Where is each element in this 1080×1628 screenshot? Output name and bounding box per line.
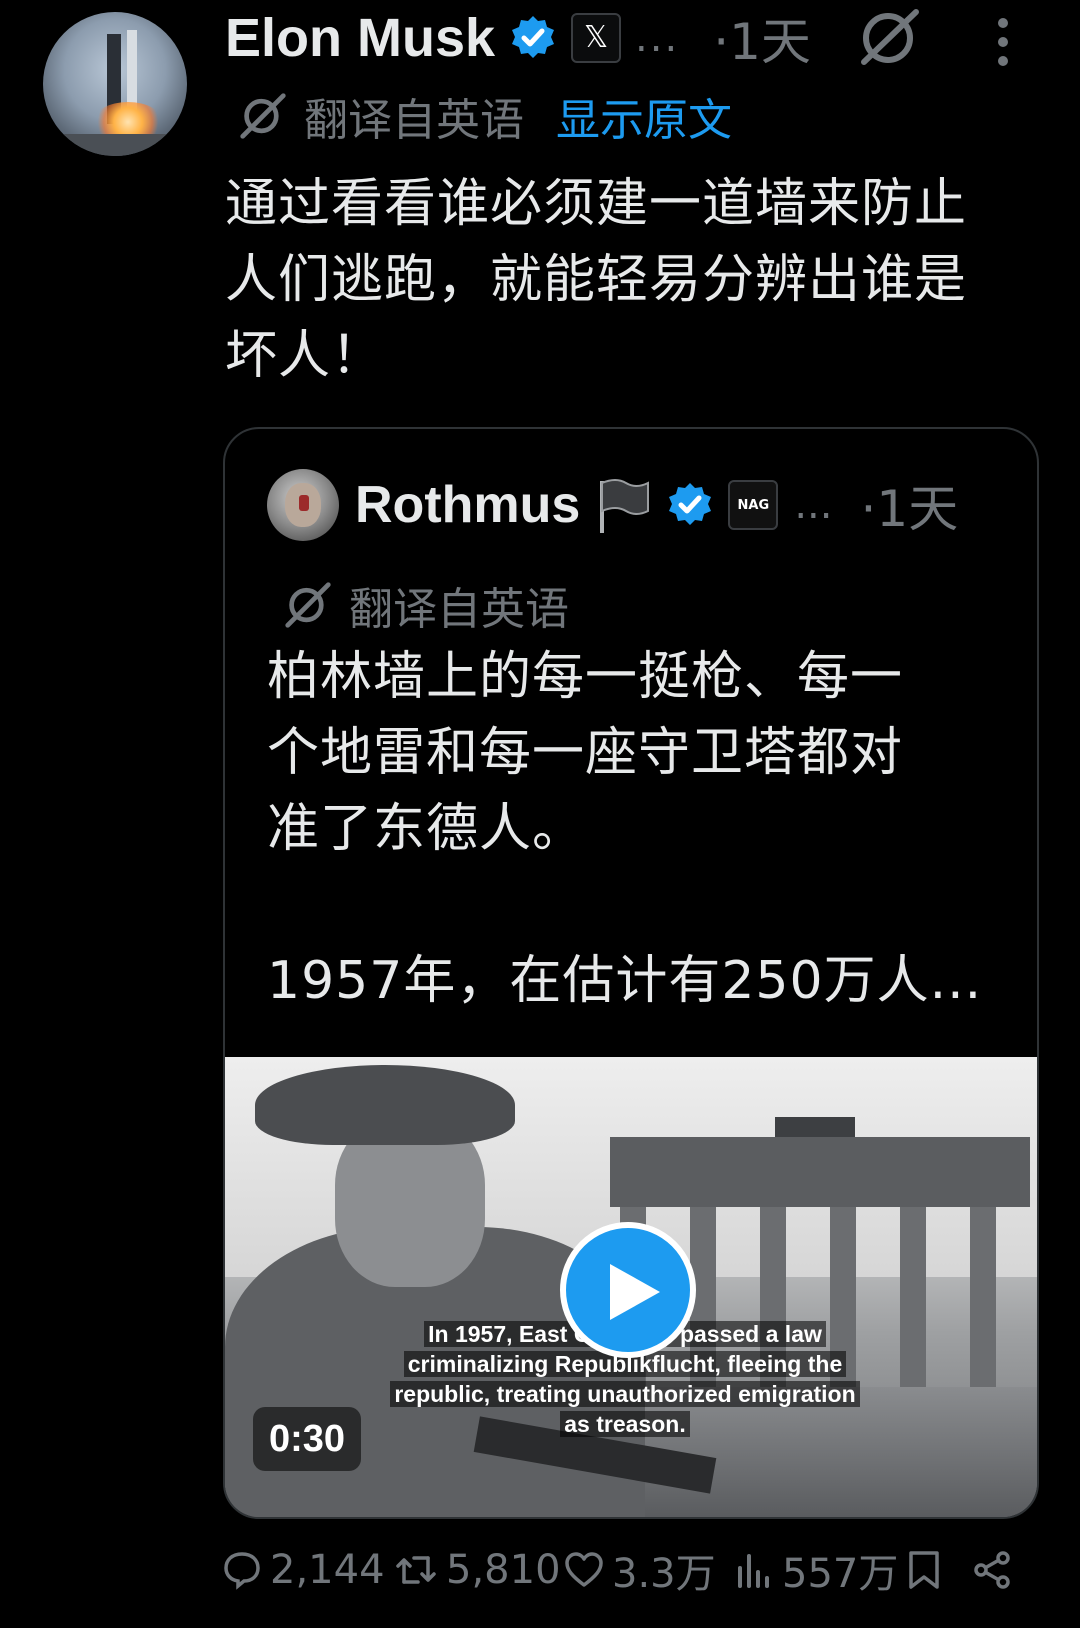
repost-count: 5,810 [446,1547,561,1593]
quoted-text-line: 柏林墙上的每一挺枪、每一 [267,647,904,707]
repost-button[interactable]: 5,810 [394,1547,564,1593]
avatar-ground [43,134,187,156]
quoted-text-line: 准了东德人。 [267,799,586,859]
quoted-text-line: 个地雷和每一座守卫塔都对 [267,723,904,783]
play-icon [610,1264,660,1320]
grok-icon[interactable] [858,8,922,68]
flag-emoji-icon [600,479,650,533]
quoted-post-header: Rothmus NAG ... ·1天 [267,469,958,541]
reply-button[interactable]: 2,144 [222,1547,390,1593]
analytics-icon [738,1554,769,1588]
views-count: 557万 [782,1551,899,1597]
post-time[interactable]: ·1天 [713,2,811,74]
more-menu-icon[interactable] [998,18,1010,66]
translated-from-label: 翻译自英语 [304,95,524,146]
grok-icon [285,582,331,628]
views-button[interactable]: 557万 [734,1541,906,1599]
share-icon [974,1551,1010,1589]
action-bar: 2,144 5,810 3.3万 557万 [222,1540,1052,1600]
play-button[interactable] [560,1222,696,1358]
reply-icon [224,1552,260,1590]
video-duration: 0:30 [253,1407,362,1471]
quoted-author-avatar[interactable] [267,469,339,541]
share-button[interactable] [972,1550,1022,1590]
quoted-author-name[interactable]: Rothmus [355,475,580,535]
like-count: 3.3万 [612,1551,716,1597]
verified-badge-icon[interactable] [509,14,557,62]
affiliate-badge-icon[interactable]: NAG [728,480,779,530]
author-avatar[interactable] [43,12,187,156]
quoted-post-text: 柏林墙上的每一挺枪、每一 个地雷和每一座守卫塔都对 准了东德人。 1957年，在… [267,639,987,1019]
quoted-translation-row: 翻译自英语 [283,577,569,635]
x-affiliate-badge-icon[interactable]: 𝕏 [571,12,622,63]
caption-line: republic, treating unauthorized emigrati… [390,1381,860,1407]
post-text: 通过看看谁必须建一道墙来防止 人们逃跑，就能轻易分辨出谁是 坏人！ [225,166,1025,394]
quoted-translated-from-label: 翻译自英语 [349,584,569,635]
post-text-line: 坏人！ [225,326,385,386]
heart-icon [565,1552,603,1587]
quoted-text-line: 1957年，在估计有250万人... [267,951,983,1011]
translation-row: 翻译自英语 显示原文 [238,88,732,146]
like-button[interactable]: 3.3万 [564,1541,734,1599]
header-overflow-ellipsis: ... [635,14,680,61]
quoted-post-time[interactable]: ·1天 [860,469,958,541]
bookmark-button[interactable] [906,1549,966,1591]
reply-count: 2,144 [270,1547,385,1593]
show-original-link[interactable]: 显示原文 [556,84,732,148]
caption-line: as treason. [560,1411,690,1437]
post-text-line: 人们逃跑，就能轻易分辨出谁是 [225,250,968,310]
video-player[interactable]: In 1957, East Germany passed a law crimi… [225,1057,1037,1517]
verified-badge-icon[interactable] [666,481,714,529]
grok-icon [240,93,286,139]
repost-icon [396,1556,436,1584]
quoted-post-card[interactable]: Rothmus NAG ... ·1天 翻译自英语 柏林墙上的每一挺枪、每一 个… [223,427,1039,1519]
bookmark-icon [909,1551,939,1589]
post-text-line: 通过看看谁必须建一道墙来防止 [225,174,968,234]
quoted-header-ellipsis: ... [794,482,833,528]
author-name[interactable]: Elon Musk [225,7,495,69]
post-header: Elon Musk 𝕏 ... ·1天 [225,0,811,75]
